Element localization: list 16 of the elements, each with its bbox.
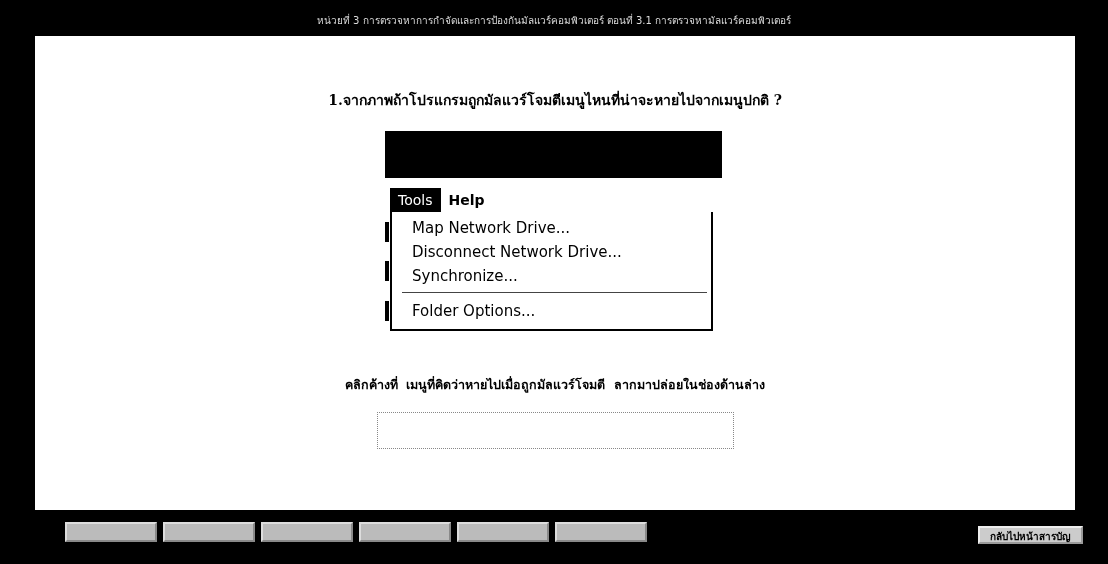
menu-item[interactable]: Map Network Drive...: [392, 216, 711, 240]
nav-button[interactable]: [359, 522, 451, 542]
nav-button[interactable]: [65, 522, 157, 542]
menu-item[interactable]: Synchronize...: [392, 264, 711, 288]
menu-item[interactable]: Disconnect Network Drive...: [392, 240, 711, 264]
back-button[interactable]: กลับไปหน้าสารบัญ: [978, 526, 1083, 544]
question-text: 1.จากภาพถ้าโปรแกรมถูกมัลแวร์โจมตีเมนูไหนที่น่าจะหายไปจากเมนูปกติ ?: [328, 89, 782, 111]
nav-button[interactable]: [163, 522, 255, 542]
page-title: หน่วยที่ 3 การตรวจหาการกำจัดและการป้องกันมัลแวร์คอมพิวเตอร์ ตอนที่ 3.1 การตรวจหามัลแวร์คอมพิวเตอร์: [316, 13, 792, 28]
drop-field[interactable]: [376, 412, 734, 449]
menu-tab[interactable]: Tools: [390, 188, 441, 212]
nav-button[interactable]: [555, 522, 647, 542]
nav-button[interactable]: [457, 522, 549, 542]
menu-item[interactable]: Folder Options...: [392, 299, 711, 323]
instruction-text: คลิกค้างที่ เมนูที่คิดว่าหายไปเมื่อถูกมัลแวร์โจมตี ลากมาปล่อยในช่องด้านล่าง: [344, 375, 766, 395]
nav-button[interactable]: [261, 522, 353, 542]
